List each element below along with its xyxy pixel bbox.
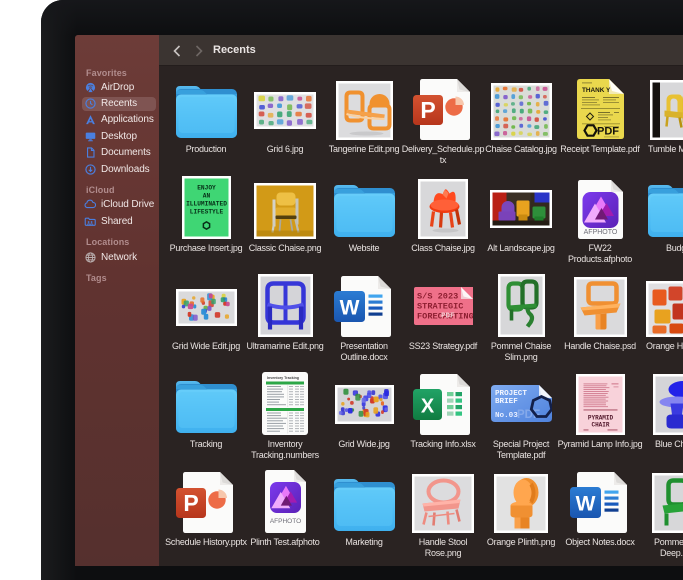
svg-text:STRATEGIC: STRATEGIC [417,302,463,312]
svg-text:PDF: PDF [441,313,455,321]
svg-text:BRIEF: BRIEF [495,398,518,406]
svg-text:W: W [339,297,359,320]
svg-text:CHAIR: CHAIR [591,422,609,429]
svg-text:P: P [183,490,198,516]
svg-text:ILLUMINATED: ILLUMINATED [186,200,227,207]
svg-text:THANK Y: THANK Y [582,87,611,94]
svg-text:AFPHOTO: AFPHOTO [583,229,617,236]
svg-text:PDF: PDF [597,126,619,138]
svg-text:Inventory Tracking: Inventory Tracking [267,376,299,380]
svg-text:W: W [575,493,595,516]
svg-text:ENJOY: ENJOY [197,184,216,191]
svg-text:P: P [420,97,435,123]
svg-text:PROJECT: PROJECT [495,390,527,398]
svg-text:S/S 2023: S/S 2023 [417,292,458,302]
svg-text:AN: AN [202,192,210,199]
svg-text:LIFESTYLE: LIFESTYLE [189,208,223,215]
svg-text:No.03: No.03 [495,412,518,420]
svg-text:X: X [420,396,434,418]
svg-text:PYRAMID: PYRAMID [587,415,613,422]
svg-text:AFPHOTO: AFPHOTO [269,518,300,525]
